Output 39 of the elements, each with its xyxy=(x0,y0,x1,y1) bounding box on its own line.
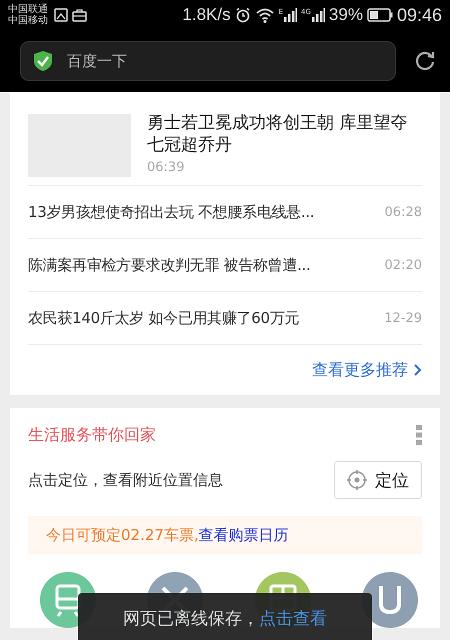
news-item[interactable]: 13岁男孩想使奇招出去玩 不想腰系电线悬... 06:28 xyxy=(28,186,422,239)
headline: 农民获140斤太岁 如今已用其赚了60万元 xyxy=(28,308,300,328)
carrier-name: 中国移动 xyxy=(8,15,48,26)
view-link[interactable]: 点击查看 xyxy=(259,607,327,630)
wifi-icon xyxy=(254,7,275,23)
more-link[interactable]: 查看更多推荐 xyxy=(312,360,422,380)
news-time: 12-29 xyxy=(384,310,422,326)
address-text: 百度一下 xyxy=(67,52,127,70)
notice-text: 今日可预定02.27车票, xyxy=(46,526,199,544)
address-field[interactable]: 百度一下 xyxy=(20,41,396,81)
locate-button[interactable]: 定位 xyxy=(334,461,422,499)
news-time: 02:20 xyxy=(384,258,422,272)
clock-time: 09:46 xyxy=(396,4,442,26)
headline: 陈满案再审检方要求改判无罪 被告称曾遭... xyxy=(28,256,310,274)
locate-icon xyxy=(347,470,367,490)
news-item[interactable]: 勇士若卫冕成功将创王朝 库里望夺七冠超乔丹 06:39 xyxy=(28,92,422,186)
toast-text: 网页已离线保存， xyxy=(123,608,259,630)
news-item[interactable]: 陈满案再审检方要求改判无罪 被告称曾遭... 02:20 xyxy=(28,239,422,292)
signal-icon xyxy=(283,8,298,22)
carrier-name: 中国联通 xyxy=(8,4,48,15)
headline: 13岁男孩想使奇招出去玩 不想腰系电线悬... xyxy=(28,202,314,222)
reload-icon xyxy=(414,50,436,72)
alarm-icon xyxy=(234,7,251,23)
more-vertical-icon xyxy=(416,425,422,445)
calendar-link[interactable]: 查看购票日历 xyxy=(198,526,289,544)
news-time: 06:39 xyxy=(147,160,186,175)
battery-percent: 39% xyxy=(328,5,363,25)
briefcase-icon xyxy=(72,8,87,22)
news-item[interactable]: 农民获140斤太岁 如今已用其赚了60万元 12-29 xyxy=(28,292,422,345)
section-title: 生活服务带你回家 xyxy=(28,424,156,446)
battery-icon xyxy=(366,8,393,22)
network-speed: 1.8K/s xyxy=(182,5,231,25)
signal-icon xyxy=(310,8,325,22)
headline: 勇士若卫冕成功将创王朝 库里望夺七冠超乔丹 xyxy=(147,112,408,156)
news-time: 06:28 xyxy=(384,204,422,220)
chevron-right-icon xyxy=(413,363,422,377)
shield-check-icon xyxy=(33,50,53,72)
location-hint: 点击定位，查看附近位置信息 xyxy=(28,470,223,490)
picture-icon xyxy=(54,8,68,22)
